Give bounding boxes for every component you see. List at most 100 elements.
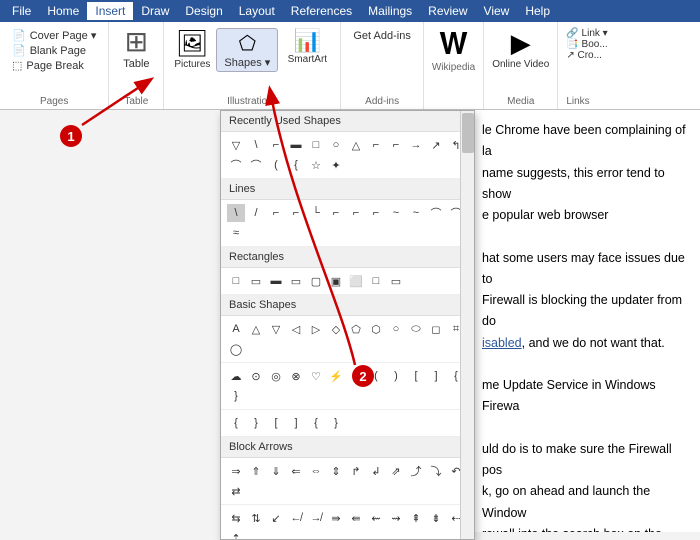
shape-line-btn[interactable]: ⌐ (367, 204, 385, 222)
shape-basic-btn[interactable]: ◯ (227, 340, 245, 358)
shape-basic-btn[interactable]: ▷ (307, 320, 325, 338)
shape-btn[interactable]: { (287, 156, 305, 174)
page-break-btn[interactable]: ⬚ Page Break (8, 58, 100, 73)
shape-btn[interactable]: △ (347, 136, 365, 154)
shape-rect-btn[interactable]: □ (367, 272, 385, 290)
shape-btn[interactable]: ▽ (227, 136, 245, 154)
shape-arrow-btn[interactable]: ⇔ (307, 462, 325, 480)
shape-arrow-btn[interactable]: ↚ (287, 509, 305, 527)
shape-basic-btn[interactable]: ◇ (327, 320, 345, 338)
shape-basic-btn[interactable]: } (247, 414, 265, 432)
cover-page-btn[interactable]: 📄 Cover Page ▾ (8, 28, 100, 43)
shape-arrow-btn[interactable]: ⇡ (227, 529, 245, 540)
menu-draw[interactable]: Draw (133, 2, 177, 20)
shape-basic-btn[interactable]: ⬭ (407, 320, 425, 338)
shape-btn[interactable]: □ (307, 136, 325, 154)
shape-line-btn[interactable]: ⌐ (267, 204, 285, 222)
shape-btn[interactable]: ⌒ (227, 156, 245, 174)
shape-basic-btn[interactable]: ♡ (307, 367, 325, 385)
shape-arrow-btn[interactable]: ⇟ (427, 509, 445, 527)
menu-insert[interactable]: Insert (87, 2, 133, 20)
shape-btn[interactable]: ⌒ (247, 156, 265, 174)
shape-btn[interactable]: ▬ (287, 136, 305, 154)
shape-arrow-btn[interactable]: ⇓ (267, 462, 285, 480)
menu-home[interactable]: Home (39, 2, 87, 20)
shape-arrow-btn[interactable]: ⇒ (227, 462, 245, 480)
shape-basic-btn[interactable]: △ (247, 320, 265, 338)
shape-basic-btn[interactable]: ] (427, 367, 445, 385)
shape-basic-btn[interactable]: } (327, 414, 345, 432)
get-add-ins-btn[interactable]: Get Add-ins (349, 28, 414, 44)
shapes-scrollbar[interactable] (460, 111, 474, 539)
shape-basic-btn[interactable]: ◎ (267, 367, 285, 385)
shape-btn[interactable]: ⌐ (387, 136, 405, 154)
shape-basic-btn[interactable]: ○ (387, 320, 405, 338)
shape-basic-btn[interactable]: ] (287, 414, 305, 432)
shape-line-btn[interactable]: ~ (387, 204, 405, 222)
shape-basic-btn[interactable]: [ (407, 367, 425, 385)
shape-arrow-btn[interactable]: ⇞ (407, 509, 425, 527)
shape-arrow-btn[interactable]: ↙ (267, 509, 285, 527)
pictures-btn[interactable]: 🖼 Pictures (172, 28, 212, 70)
shape-btn[interactable]: ⌐ (367, 136, 385, 154)
shape-arrow-btn[interactable]: ⇛ (327, 509, 345, 527)
shape-basic-btn[interactable]: ◁ (287, 320, 305, 338)
shape-line-btn[interactable]: \ (227, 204, 245, 222)
shape-line-btn[interactable]: / (247, 204, 265, 222)
menu-references[interactable]: References (283, 2, 360, 20)
shape-line-btn[interactable]: ⌐ (287, 204, 305, 222)
shape-rect-btn[interactable]: ▢ (307, 272, 325, 290)
shape-arrow-btn[interactable]: ⤴ (407, 462, 425, 480)
links-btn[interactable]: 🔗 Link ▾ (566, 28, 607, 39)
shape-btn[interactable]: ✦ (327, 156, 345, 174)
shape-arrow-btn[interactable]: ⇝ (387, 509, 405, 527)
shape-arrow-btn[interactable]: ⇆ (227, 509, 245, 527)
shape-btn[interactable]: \ (247, 136, 265, 154)
shape-line-btn[interactable]: ~ (407, 204, 425, 222)
shape-line-btn[interactable]: ⌐ (347, 204, 365, 222)
shape-rect-btn[interactable]: ▭ (287, 272, 305, 290)
shape-arrow-btn[interactable]: ⇄ (227, 482, 245, 500)
doc-link[interactable]: isabled (482, 336, 522, 350)
shape-arrow-btn[interactable]: ⇑ (247, 462, 265, 480)
menu-file[interactable]: File (4, 2, 39, 20)
shape-line-btn[interactable]: ≈ (227, 224, 245, 242)
shape-basic-btn[interactable]: ⚡ (327, 367, 345, 385)
shape-rect-btn[interactable]: ▣ (327, 272, 345, 290)
shape-basic-btn[interactable]: { (227, 414, 245, 432)
shape-btn[interactable]: ↗ (427, 136, 445, 154)
shape-basic-btn[interactable]: ▽ (267, 320, 285, 338)
menu-help[interactable]: Help (517, 2, 558, 20)
shape-rect-btn[interactable]: ▭ (247, 272, 265, 290)
shape-basic-btn[interactable]: ☁ (227, 367, 245, 385)
shape-arrow-btn[interactable]: ↛ (307, 509, 325, 527)
shape-rect-btn[interactable]: ▭ (387, 272, 405, 290)
table-icon[interactable]: ⊞ (125, 28, 148, 56)
shape-arrow-btn[interactable]: ⇅ (247, 509, 265, 527)
shape-btn[interactable]: ○ (327, 136, 345, 154)
menu-design[interactable]: Design (177, 2, 230, 20)
shape-arrow-btn[interactable]: ↲ (367, 462, 385, 480)
shape-basic-btn[interactable]: ) (387, 367, 405, 385)
shape-basic-btn[interactable]: ◻ (427, 320, 445, 338)
table-btn-label[interactable]: Table (123, 58, 149, 70)
shape-btn[interactable]: ( (267, 156, 285, 174)
shape-arrow-btn[interactable]: ⇗ (387, 462, 405, 480)
shape-arrow-btn[interactable]: ⇚ (347, 509, 365, 527)
shape-basic-btn[interactable]: ⊙ (247, 367, 265, 385)
wikipedia-icon[interactable]: 𝐖 (439, 28, 468, 62)
shape-btn[interactable]: ⌐ (267, 136, 285, 154)
shape-arrow-btn[interactable]: ⤵ (427, 462, 445, 480)
shape-arrow-btn[interactable]: ⇐ (287, 462, 305, 480)
shape-line-btn[interactable]: ⌒ (427, 204, 445, 222)
menu-view[interactable]: View (476, 2, 518, 20)
shape-btn[interactable]: ☆ (307, 156, 325, 174)
shape-arrow-btn[interactable]: ⇕ (327, 462, 345, 480)
shape-basic-btn[interactable]: } (227, 387, 245, 405)
blank-page-btn[interactable]: 📄 Blank Page (8, 43, 100, 58)
scrollbar-thumb[interactable] (462, 113, 474, 153)
shape-basic-btn[interactable]: ⬠ (347, 320, 365, 338)
shape-basic-btn[interactable]: { (307, 414, 325, 432)
shape-basic-btn[interactable]: A (227, 320, 245, 338)
shape-basic-btn[interactable]: ⊗ (287, 367, 305, 385)
